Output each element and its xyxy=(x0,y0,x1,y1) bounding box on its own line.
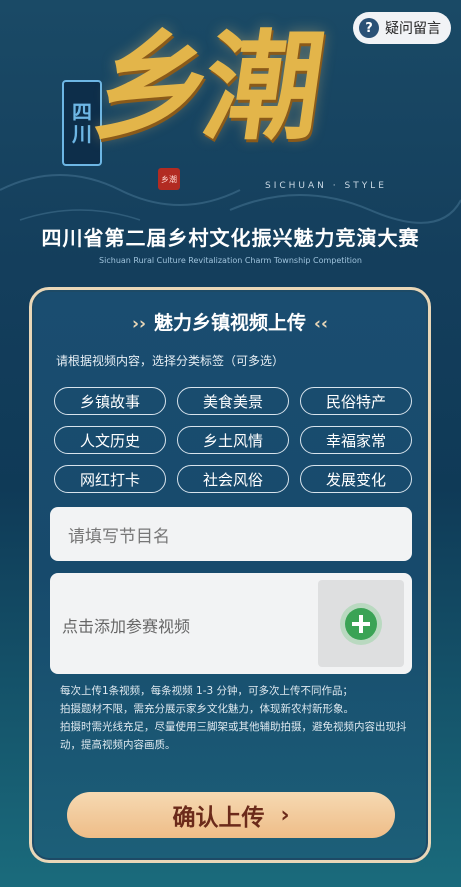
confirm-upload-button[interactable]: 确认上传 › xyxy=(67,792,395,838)
add-video-button[interactable] xyxy=(318,580,404,667)
tag-button[interactable]: 乡镇故事 xyxy=(54,387,166,415)
tag-button[interactable]: 美食美景 xyxy=(177,387,289,415)
chevron-right-icon: › xyxy=(280,802,290,828)
tag-button[interactable]: 幸福家常 xyxy=(300,426,412,454)
card-title-text: 魅力乡镇视频上传 xyxy=(153,312,306,334)
upload-notes: 每次上传1条视频，每条视频 1-3 分钟，可多次上传不同作品； 拍摄题材不限，需… xyxy=(60,682,410,754)
tag-button[interactable]: 民俗特产 xyxy=(300,387,412,415)
tag-button[interactable]: 网红打卡 xyxy=(54,465,166,493)
logo-style-text: SICHUAN · STYLE xyxy=(265,181,387,191)
header-left-arrows: ›› xyxy=(131,314,146,334)
logo-calligraphy: 乡潮 xyxy=(85,17,325,156)
tag-button[interactable]: 人文历史 xyxy=(54,426,166,454)
event-logo: 四 川 乡潮 乡潮 SICHUAN · STYLE xyxy=(60,17,400,205)
confirm-upload-label: 确认上传 xyxy=(172,805,265,831)
note-line: 拍摄时需光线充足，尽量使用三脚架或其他辅助拍摄，避免视频内容出现抖动，提高视频内… xyxy=(60,721,407,751)
tag-button[interactable]: 乡土风情 xyxy=(177,426,289,454)
note-line: 拍摄题材不限，需充分展示家乡文化魅力，体现新农村新形象。 xyxy=(60,703,354,715)
program-name-input[interactable]: 请填写节目名 xyxy=(50,507,412,561)
upload-card: ›› 魅力乡镇视频上传 ‹‹ 请根据视频内容，选择分类标签（可多选） 乡镇故事 美食… xyxy=(29,287,431,863)
card-title: ›› 魅力乡镇视频上传 ‹‹ xyxy=(32,308,428,335)
seal-char-1: 四 xyxy=(72,100,92,124)
tag-button[interactable]: 社会风俗 xyxy=(177,465,289,493)
tag-button[interactable]: 发展变化 xyxy=(300,465,412,493)
category-tags: 乡镇故事 美食美景 民俗特产 人文历史 乡土风情 幸福家常 网红打卡 社会风俗 … xyxy=(54,387,412,493)
header-right-arrows: ‹‹ xyxy=(314,314,329,334)
red-seal: 乡潮 xyxy=(158,168,180,190)
video-upload-area[interactable]: 点击添加参赛视频 xyxy=(50,573,412,674)
tag-hint: 请根据视频内容，选择分类标签（可多选） xyxy=(56,354,285,368)
page-title: 四川省第二届乡村文化振兴魅力竞演大赛 xyxy=(41,226,420,250)
note-line: 每次上传1条视频，每条视频 1-3 分钟，可多次上传不同作品； xyxy=(60,685,354,697)
page-subtitle: Sichuan Rural Culture Revitalization Cha… xyxy=(99,256,362,265)
video-upload-label: 点击添加参赛视频 xyxy=(62,617,191,636)
plus-icon xyxy=(345,607,377,640)
